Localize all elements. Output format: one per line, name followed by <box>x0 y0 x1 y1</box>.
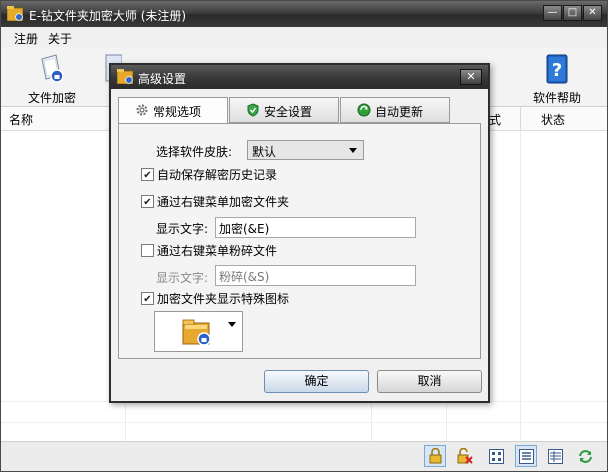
column-status[interactable]: 状态 <box>541 111 565 128</box>
shred-display-text-label: 显示文字: <box>156 271 209 285</box>
general-options-panel: 选择软件皮肤: 默认 自动保存解密历史记录 通过右键菜单加密文件夹 显示文字: … <box>118 123 481 359</box>
tab-auto-update-label: 自动更新 <box>375 105 424 119</box>
shred-display-text-value: 粉碎(&S) <box>219 270 270 284</box>
advanced-settings-dialog: 高级设置 ✕ 常规选项 安全设置 自动更新 选择软件皮肤: 默认 ✔ 自动保存解… <box>109 63 490 403</box>
padlock-icon <box>429 448 442 464</box>
context-shred-checkbox[interactable] <box>141 244 154 257</box>
dialog-title: 高级设置 <box>138 72 187 86</box>
window-title: E-钻文件夹加密大师 (未注册) <box>29 9 187 23</box>
toolbar-item-partial[interactable] <box>84 51 122 105</box>
dialog-close-button[interactable]: ✕ <box>460 69 482 85</box>
context-encrypt-label[interactable]: 通过右键菜单加密文件夹 <box>157 193 289 210</box>
help-book-icon: ? <box>546 54 568 84</box>
minimize-button[interactable]: — <box>543 5 562 21</box>
folder-icon-picker[interactable] <box>154 311 243 352</box>
view-list-button[interactable] <box>515 445 537 467</box>
menu-bar: 注册 关于 <box>1 27 607 47</box>
context-encrypt-checkbox[interactable] <box>141 195 154 208</box>
unlock-delete-button[interactable] <box>453 445 475 467</box>
skin-label: 选择软件皮肤: <box>156 145 233 159</box>
folder-lock-app-icon <box>117 69 133 84</box>
lock-file-icon <box>41 54 64 83</box>
encrypt-display-text-value: 加密(&E) <box>219 222 270 236</box>
help-button[interactable]: ? 软件帮助 <box>525 51 589 105</box>
column-divider[interactable] <box>520 107 521 131</box>
skin-select-value: 默认 <box>252 145 277 159</box>
unlock-remove-icon <box>457 448 473 464</box>
close-button[interactable]: ✕ <box>583 5 602 21</box>
skin-select[interactable]: 默认 <box>247 140 364 160</box>
grid-view-icon <box>489 449 504 464</box>
maximize-button[interactable]: □ <box>563 5 582 21</box>
grid-line <box>520 131 521 441</box>
folder-lock-icon <box>182 319 211 346</box>
special-icon-checkbox[interactable] <box>141 292 154 305</box>
settings-tabs: 常规选项 安全设置 自动更新 <box>118 97 481 124</box>
column-type[interactable]: 式 <box>489 111 501 128</box>
tab-security[interactable]: 安全设置 <box>229 97 339 123</box>
encrypt-display-text-field[interactable]: 加密(&E) <box>215 217 416 238</box>
status-bar <box>1 441 607 471</box>
encrypt-file-label: 文件加密 <box>27 91 76 105</box>
refresh-icon <box>579 450 592 463</box>
save-history-checkbox[interactable] <box>141 168 154 181</box>
save-history-label[interactable]: 自动保存解密历史记录 <box>157 166 277 183</box>
chevron-down-icon <box>349 148 357 153</box>
tab-auto-update[interactable]: 自动更新 <box>340 97 450 123</box>
encrypt-file-button[interactable]: 文件加密 <box>20 51 84 105</box>
ok-button[interactable]: 确定 <box>264 370 369 393</box>
column-name[interactable]: 名称 <box>9 111 33 128</box>
refresh-button[interactable] <box>574 445 596 467</box>
context-shred-label[interactable]: 通过右键菜单粉碎文件 <box>157 242 277 259</box>
tab-general-label: 常规选项 <box>153 105 202 119</box>
title-bar[interactable]: E-钻文件夹加密大师 (未注册) — □ ✕ <box>1 1 607 27</box>
view-details-button[interactable] <box>544 445 566 467</box>
chevron-down-icon <box>228 322 236 327</box>
special-icon-label[interactable]: 加密文件夹显示特殊图标 <box>157 290 289 307</box>
gear-icon <box>136 104 148 116</box>
menu-about[interactable]: 关于 <box>48 30 72 47</box>
details-view-icon <box>548 449 563 464</box>
cancel-button[interactable]: 取消 <box>377 370 482 393</box>
menu-register[interactable]: 注册 <box>14 30 38 47</box>
tab-general[interactable]: 常规选项 <box>118 97 228 124</box>
view-large-icons-button[interactable] <box>485 445 507 467</box>
help-label: 软件帮助 <box>532 91 581 105</box>
shield-icon <box>247 103 259 117</box>
lock-toggle-button[interactable] <box>424 445 446 467</box>
svg-text:?: ? <box>552 60 562 81</box>
tab-security-label: 安全设置 <box>264 105 313 119</box>
shred-display-text-field: 粉碎(&S) <box>215 265 416 286</box>
update-icon <box>357 103 371 117</box>
dialog-title-bar[interactable]: 高级设置 ✕ <box>111 65 488 89</box>
folder-lock-app-icon <box>7 6 23 21</box>
list-view-icon <box>519 449 534 464</box>
encrypt-display-text-label: 显示文字: <box>156 222 209 236</box>
grid-line <box>1 422 607 423</box>
